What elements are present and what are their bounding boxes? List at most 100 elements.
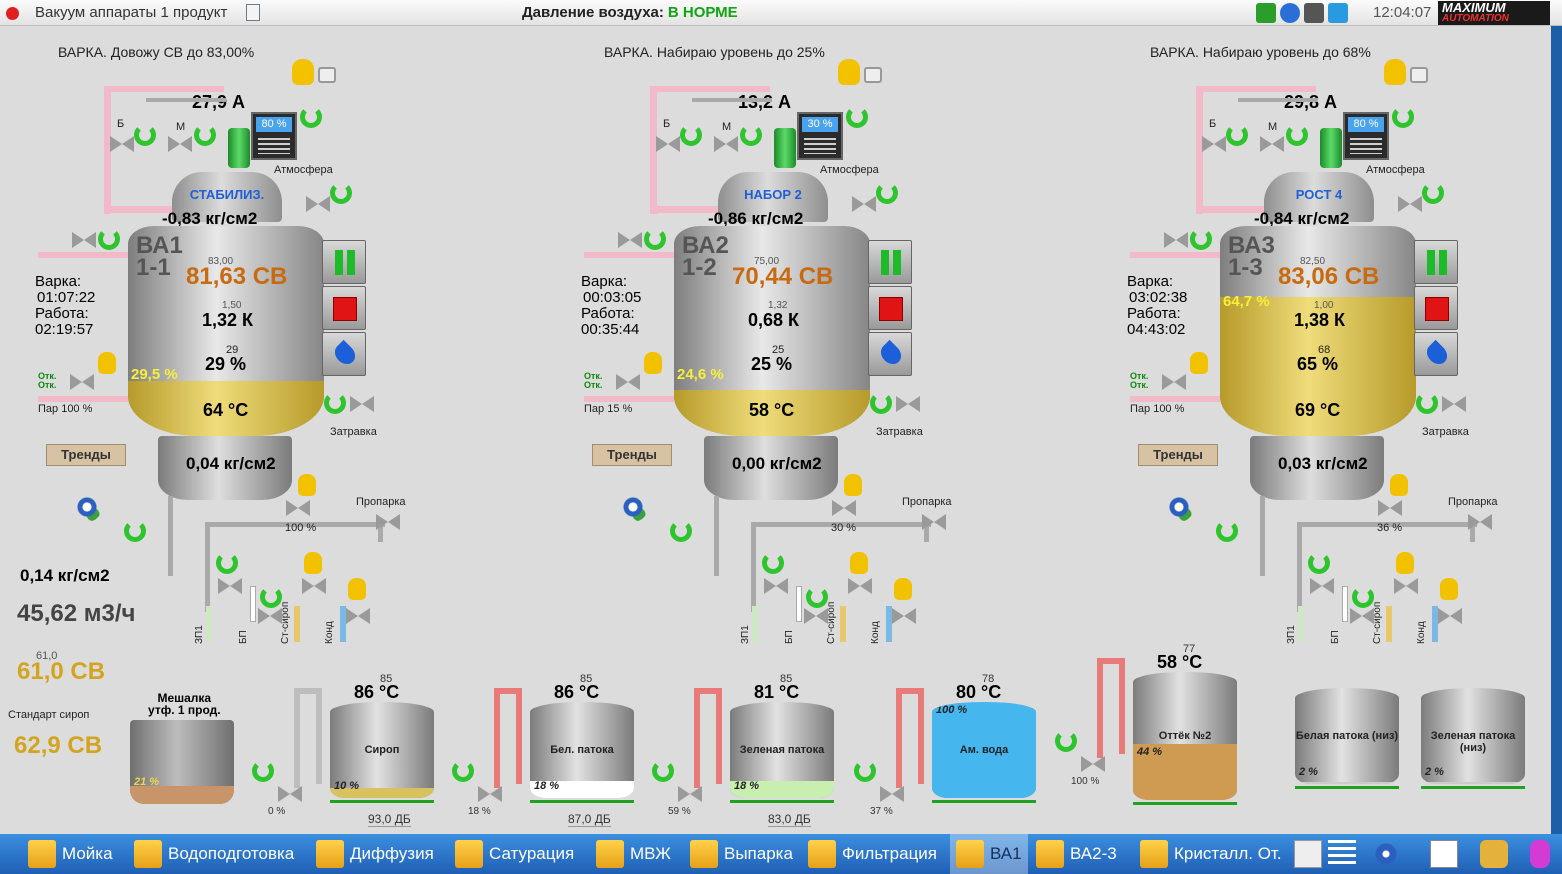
refresh-icon[interactable] [1216,520,1238,542]
taskbar-item[interactable]: Сатурация [455,834,574,874]
refresh-icon[interactable] [1286,124,1308,146]
taskbar-item[interactable]: ВА2-3 [1036,834,1117,874]
taskbar-item[interactable]: Выпарка [690,834,793,874]
proparka-valve[interactable] [922,514,946,530]
settings-icon[interactable] [72,492,102,522]
refresh-icon[interactable] [260,586,282,608]
refresh-icon[interactable] [1416,392,1438,414]
taskbar-item[interactable]: Водоподготовка [134,834,294,874]
discharge-valve[interactable] [1378,500,1402,516]
syrup-valve[interactable] [302,578,326,594]
refresh-icon[interactable] [740,124,762,146]
refresh-icon[interactable] [670,520,692,542]
water-button[interactable] [1414,332,1458,376]
start-button[interactable] [1414,240,1458,284]
manual-mode-icon[interactable] [1384,59,1406,85]
proparka-valve[interactable] [376,514,400,530]
condensate-valve[interactable] [346,608,370,624]
refresh-icon[interactable] [644,228,666,250]
refresh-icon[interactable] [1422,182,1444,204]
refresh-icon[interactable] [252,760,274,782]
valve-m[interactable] [1260,136,1284,152]
valve-b[interactable] [656,136,680,152]
refresh-icon[interactable] [1352,586,1374,608]
refresh-icon[interactable] [1308,552,1330,574]
refresh-icon[interactable] [98,228,120,250]
storage-tank[interactable]: Зеленая патока 18 % [730,702,834,798]
syrup-valve[interactable] [1394,578,1418,594]
agitator-motor[interactable] [228,128,250,168]
discharge-valve[interactable] [832,500,856,516]
inlet-valve[interactable] [1164,232,1188,248]
speaker-icon[interactable] [864,67,882,83]
bp-valve[interactable] [1350,608,1374,624]
taskbar-item[interactable]: МВЖ [596,834,671,874]
refresh-icon[interactable] [870,392,892,414]
refresh-icon[interactable] [680,124,702,146]
tank-valve[interactable] [880,786,904,802]
taskbar-item[interactable]: Фильтрация [808,834,937,874]
valve-m[interactable] [714,136,738,152]
tools-icon[interactable] [1480,840,1508,868]
speaker-icon[interactable] [1410,67,1428,83]
manual-mode-icon[interactable] [838,59,860,85]
atmosphere-valve[interactable] [306,196,330,212]
refresh-icon[interactable] [124,520,146,542]
water-button[interactable] [322,332,366,376]
manual-mode-icon[interactable] [894,578,912,600]
refresh-icon[interactable] [330,182,352,204]
auto-mode-icon[interactable] [844,474,862,496]
discharge-valve[interactable] [286,500,310,516]
bp-valve[interactable] [258,608,282,624]
inlet-valve[interactable] [72,232,96,248]
condensate-valve[interactable] [1438,608,1462,624]
atmosphere-valve[interactable] [852,196,876,212]
refresh-icon[interactable] [1190,228,1212,250]
refresh-icon[interactable] [762,552,784,574]
manual-mode-icon[interactable] [850,552,868,574]
steam-valve[interactable] [70,374,94,390]
plus-icon[interactable] [1256,3,1276,23]
stop-button[interactable] [868,286,912,330]
proparka-valve[interactable] [1468,514,1492,530]
tank-valve[interactable] [1081,756,1105,772]
refresh-icon[interactable] [216,552,238,574]
seed-valve[interactable] [896,396,920,412]
manual-mode-icon[interactable] [304,552,322,574]
condensate-valve[interactable] [892,608,916,624]
agitator-display[interactable]: 80 % [251,112,297,160]
trends-button[interactable]: Тренды [46,444,126,466]
menu-icon[interactable] [1328,840,1356,868]
steam-valve[interactable] [616,374,640,390]
agitator-motor[interactable] [774,128,796,168]
syrup-valve[interactable] [848,578,872,594]
refresh-icon[interactable] [1226,124,1248,146]
refresh-icon[interactable] [324,392,346,414]
settings-icon[interactable] [1372,840,1400,868]
storage-tank[interactable]: Сироп 10 % [330,702,434,798]
inlet-valve[interactable] [618,232,642,248]
settings-icon[interactable] [1164,492,1194,522]
auto-mode-icon[interactable] [644,352,662,374]
trends-button[interactable]: Тренды [592,444,672,466]
tank-valve[interactable] [478,786,502,802]
valve-b[interactable] [110,136,134,152]
trends-button[interactable]: Тренды [1138,444,1218,466]
taskbar-item[interactable]: Мойка [28,834,113,874]
stop-button[interactable] [1414,286,1458,330]
storage-tank[interactable]: Оттёк №2 44 % [1133,672,1237,800]
seed-valve[interactable] [350,396,374,412]
bp-valve[interactable] [804,608,828,624]
refresh-icon[interactable] [652,760,674,782]
water-button[interactable] [868,332,912,376]
telegram-icon[interactable] [1328,3,1348,23]
refresh-icon[interactable] [194,124,216,146]
valve-b[interactable] [1202,136,1226,152]
manual-mode-icon[interactable] [348,578,366,600]
refresh-icon[interactable] [854,760,876,782]
zp1-valve[interactable] [218,578,242,594]
agitator-display[interactable]: 30 % [797,112,843,160]
hand-icon[interactable] [1530,840,1550,868]
taskbar-item[interactable]: Диффузия [316,834,434,874]
settings-icon[interactable] [618,492,648,522]
